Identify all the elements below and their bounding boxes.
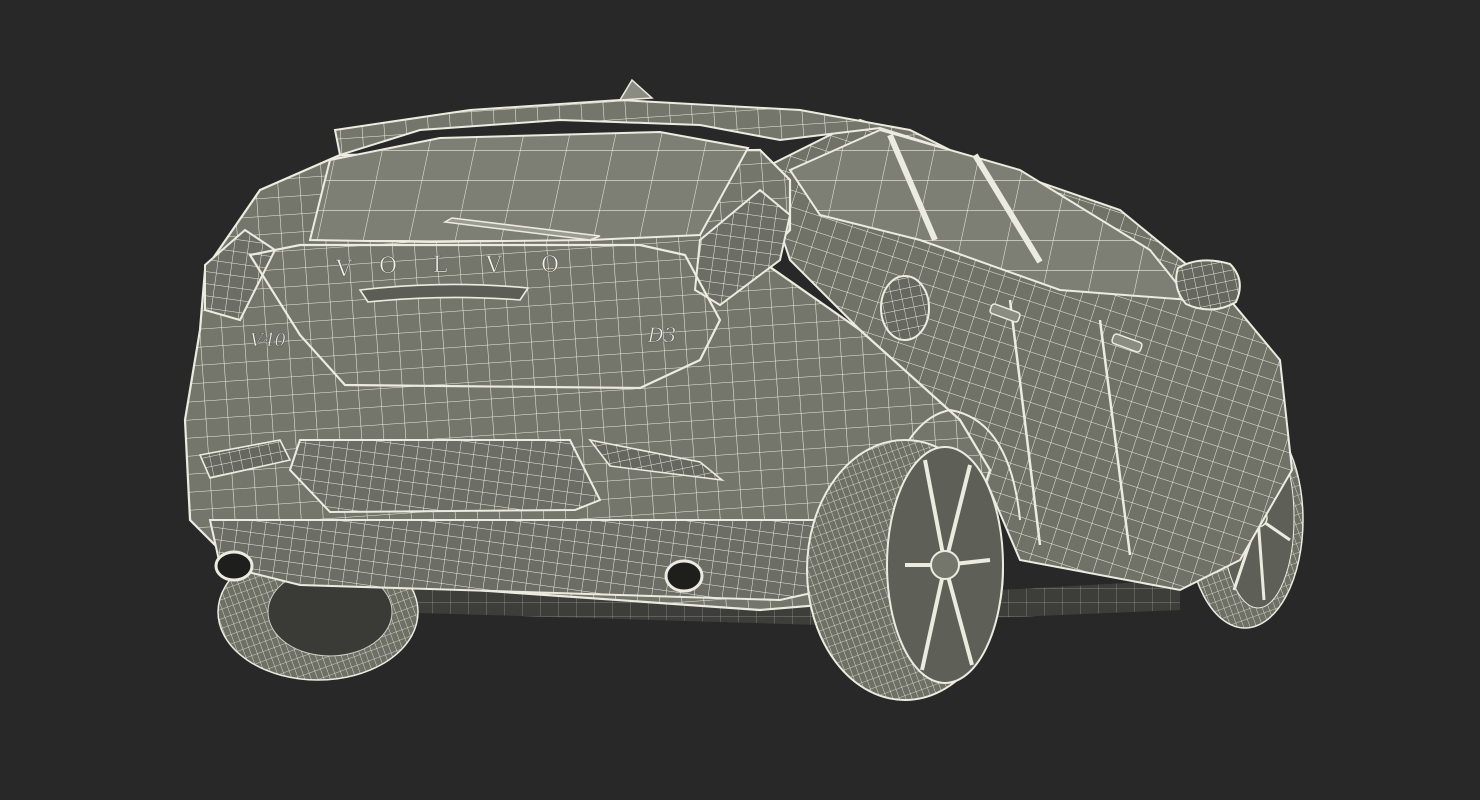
render-viewport: V O L V O V40 D3 <box>0 0 1480 800</box>
exhaust-right <box>664 559 704 593</box>
rear-window <box>308 130 750 244</box>
fuel-cap <box>880 275 930 341</box>
trim-badge: D3 <box>647 323 677 347</box>
roof-antenna <box>618 78 654 101</box>
badge-letter: L <box>433 253 448 278</box>
badge-letter: O <box>541 253 559 278</box>
exhaust-left <box>214 550 254 582</box>
bumper-recess <box>288 439 602 514</box>
side-mirror <box>1175 259 1241 311</box>
model-badge: V40 <box>250 330 286 351</box>
badge-letter: O <box>379 254 397 279</box>
car-wireframe: V O L V O V40 D3 <box>183 78 1304 701</box>
badge-letter: V <box>485 253 503 278</box>
badge-letter: V <box>335 257 353 282</box>
near-rear-wheel <box>806 439 1004 701</box>
